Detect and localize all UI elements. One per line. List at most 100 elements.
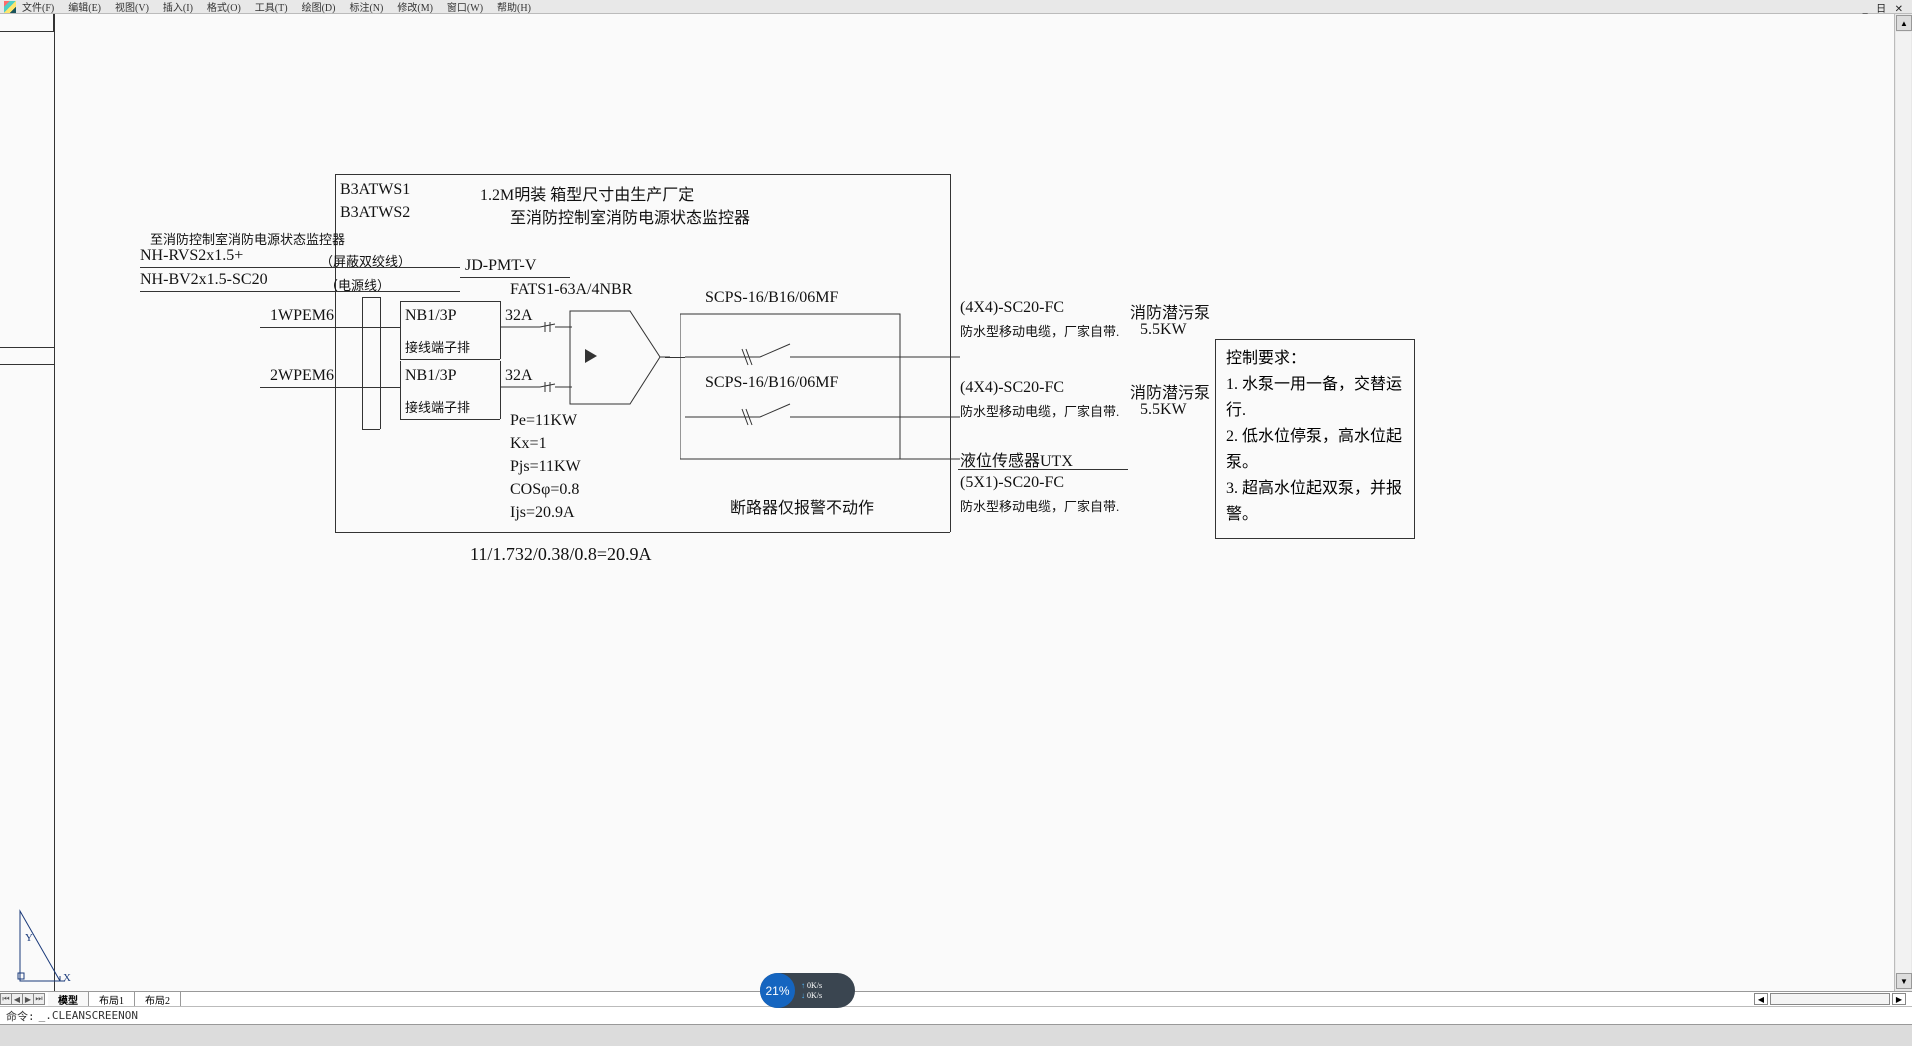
box-top <box>335 174 950 175</box>
label-scps2: SCPS-16/B16/06MF <box>705 374 838 392</box>
label-jxd-b: 接线端子排 <box>405 397 470 416</box>
titleblock-corner <box>0 14 54 32</box>
label-2wpem6: 2WPEM6 <box>270 367 334 385</box>
ib2b <box>400 419 500 420</box>
label-1wpem6: 1WPEM6 <box>270 307 334 325</box>
termblk-l <box>362 297 363 429</box>
ib2l <box>400 361 401 419</box>
ib1l <box>400 301 401 359</box>
svg-text:X: X <box>63 972 71 984</box>
ats-arrow-icon <box>585 349 599 363</box>
menu-window[interactable]: 窗口(W) <box>447 0 483 14</box>
notes-title: 控制要求： <box>1226 346 1404 372</box>
tab-nav[interactable]: ⏮ ◀ ▶ ⏭ <box>0 993 48 1005</box>
menu-insert[interactable]: 插入(I) <box>163 0 193 14</box>
tab-layout2[interactable]: 布局2 <box>135 992 181 1006</box>
scroll-down-icon[interactable]: ▼ <box>1896 973 1912 989</box>
cmd-text: _.CLEANSCREENON <box>39 1009 138 1022</box>
wire-rvs <box>140 267 460 268</box>
cos: COSφ=0.8 <box>510 481 579 499</box>
notes-l3: 3. 超高水位起双泵，并报警。 <box>1226 476 1404 528</box>
hscroll-track[interactable] <box>1770 993 1890 1005</box>
sensor: 液位传感器UTX <box>960 447 1073 471</box>
pump1: 消防潜污泵 <box>1130 299 1210 323</box>
menu-tools[interactable]: 工具(T) <box>255 0 288 14</box>
notes-box: 控制要求： 1. 水泵一用一备，交替运行. 2. 低水位停泵，高水位起泵。 3.… <box>1215 339 1415 539</box>
tab-last-icon[interactable]: ⏭ <box>33 993 45 1005</box>
window-controls[interactable]: _ 日 ✕ <box>1863 0 1906 15</box>
sep-line <box>958 469 1128 470</box>
menu-modify[interactable]: 修改(M) <box>397 0 433 14</box>
box-left <box>335 174 336 532</box>
titleblock-edge <box>54 14 55 991</box>
breaker-note: 断路器仅报警不动作 <box>730 494 874 518</box>
out2: (4X4)-SC20-FC <box>960 379 1064 397</box>
label-fats: FATS1-63A/4NBR <box>510 281 632 299</box>
os-taskbar[interactable] <box>0 1024 1912 1046</box>
ib1b <box>400 359 500 360</box>
hscroll-right-icon[interactable]: ▶ <box>1892 993 1906 1005</box>
label-fire-monitor: 至消防控制室消防电源状态监控器 <box>510 204 750 228</box>
notes-l2: 2. 低水位停泵，高水位起泵。 <box>1226 424 1404 476</box>
menu-edit[interactable]: 编辑(E) <box>68 0 101 14</box>
label-nb1-a: NB1/3P <box>405 307 457 325</box>
cable1: 防水型移动电缆，厂家自带. <box>960 321 1119 340</box>
ucs-icon: Y X <box>15 906 75 986</box>
drawing-canvas[interactable]: Y X B3ATWS1 B3ATWS2 1.2M明装 箱型尺寸由生产厂定 至消防… <box>0 14 1894 991</box>
notes-l1: 1. 水泵一用一备，交替运行. <box>1226 372 1404 424</box>
menu-view[interactable]: 视图(V) <box>115 0 149 14</box>
cable2: 防水型移动电缆，厂家自带. <box>960 401 1119 420</box>
menu-bar[interactable]: 文件(F) 编辑(E) 视图(V) 插入(I) 格式(O) 工具(T) 绘图(D… <box>0 0 1912 14</box>
jdpmt-line <box>460 277 570 278</box>
hscroll-left-icon[interactable]: ◀ <box>1754 993 1768 1005</box>
out1: (4X4)-SC20-FC <box>960 299 1064 317</box>
menu-format[interactable]: 格式(O) <box>207 0 241 14</box>
menu-dim[interactable]: 标注(N) <box>349 0 383 14</box>
label-b3atws2: B3ATWS2 <box>340 204 410 222</box>
label-scps1: SCPS-16/B16/06MF <box>705 289 838 307</box>
tab-model[interactable]: 模型 <box>48 992 89 1006</box>
label-rvs: NH-RVS2x1.5+ <box>140 247 243 265</box>
ijs: Ijs=20.9A <box>510 504 575 522</box>
schematic-diagram: B3ATWS1 B3ATWS2 1.2M明装 箱型尺寸由生产厂定 至消防控制室消… <box>130 159 1420 579</box>
menu-draw[interactable]: 绘图(D) <box>302 0 336 14</box>
vertical-scrollbar[interactable]: ▲ ▼ <box>1894 14 1912 991</box>
speed-down: 0K/s <box>801 991 822 1001</box>
tb-w1 <box>380 327 400 328</box>
menu-file[interactable]: 文件(F) <box>22 0 54 14</box>
scroll-track[interactable] <box>1896 32 1911 973</box>
kw1: 5.5KW <box>1140 321 1187 339</box>
command-line[interactable]: 命令: _.CLEANSCREENON <box>0 1006 1912 1024</box>
cmd-label: 命令: <box>6 1008 35 1024</box>
tb-w2 <box>380 387 400 388</box>
speed-up: 0K/s <box>801 981 822 991</box>
tb-cap1 <box>362 297 380 298</box>
titleblock-mark <box>0 347 54 365</box>
tab-layout1[interactable]: 布局1 <box>89 992 135 1006</box>
layout-tabs[interactable]: ⏮ ◀ ▶ ⏭ 模型 布局1 布局2 ◀ ▶ <box>0 991 1912 1006</box>
tb-cap2 <box>362 429 380 430</box>
ib1t <box>400 301 500 302</box>
label-bv: NH-BV2x1.5-SC20 <box>140 271 268 289</box>
wire-bv <box>140 291 460 292</box>
label-mount: 1.2M明装 箱型尺寸由生产厂定 <box>480 181 694 205</box>
app-icon <box>4 1 16 13</box>
scroll-up-icon[interactable]: ▲ <box>1896 15 1912 31</box>
termblk-r <box>380 297 381 429</box>
calc: 11/1.732/0.38/0.8=20.9A <box>470 544 652 565</box>
box-bottom <box>335 532 950 533</box>
svg-text:Y: Y <box>25 932 33 944</box>
label-nb1-b: NB1/3P <box>405 367 457 385</box>
label-jxd-a: 接线端子排 <box>405 337 470 356</box>
network-speed-widget[interactable]: 21% 0K/s 0K/s <box>760 973 855 1008</box>
menu-help[interactable]: 帮助(H) <box>497 0 531 14</box>
pump2: 消防潜污泵 <box>1130 379 1210 403</box>
kx: Kx=1 <box>510 435 547 453</box>
out3: (5X1)-SC20-FC <box>960 474 1064 492</box>
leftnote: 至消防控制室消防电源状态监控器 <box>150 229 345 248</box>
cable3: 防水型移动电缆，厂家自带. <box>960 496 1119 515</box>
kw2: 5.5KW <box>1140 401 1187 419</box>
speed-percent: 21% <box>760 973 795 1008</box>
pe: Pe=11KW <box>510 412 577 430</box>
label-jdpmt: JD-PMT-V <box>465 257 536 275</box>
